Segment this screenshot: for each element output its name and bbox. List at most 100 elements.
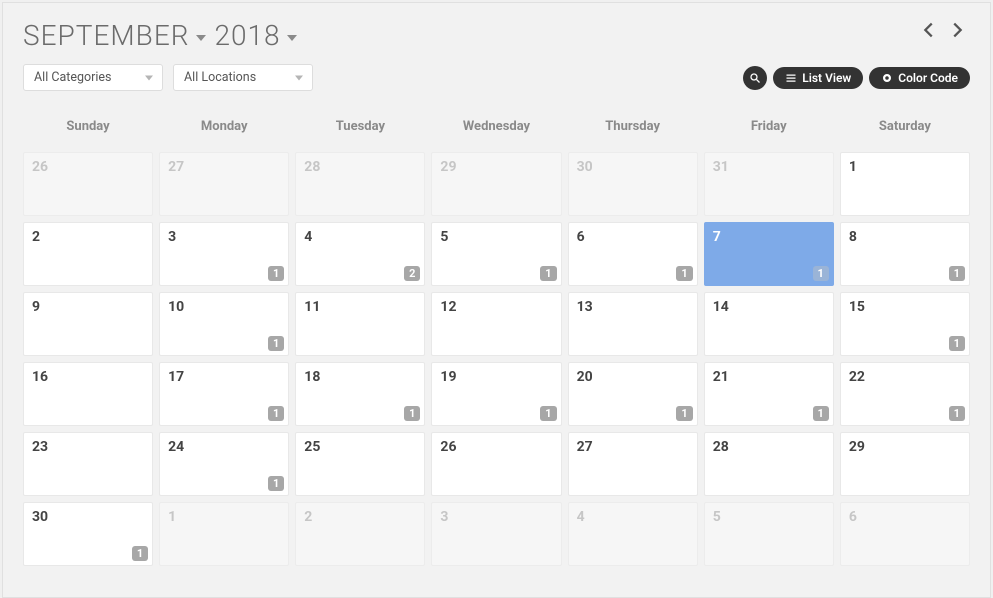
day-cell[interactable]: 3 — [431, 502, 561, 566]
day-cell[interactable]: 29 — [431, 152, 561, 216]
day-number: 20 — [577, 369, 689, 385]
day-number: 9 — [32, 299, 144, 315]
day-cell[interactable]: 29 — [840, 432, 970, 496]
day-cell[interactable]: 23 — [23, 432, 153, 496]
day-number: 4 — [304, 229, 416, 245]
dayname: Sunday — [23, 109, 153, 146]
location-select-label: All Locations — [184, 70, 256, 85]
event-count-badge: 1 — [132, 546, 148, 561]
list-view-button[interactable]: List View — [773, 67, 863, 89]
event-count-badge: 1 — [404, 406, 420, 421]
day-number: 14 — [713, 299, 825, 315]
day-cell[interactable]: 211 — [704, 362, 834, 426]
day-cell[interactable]: 1 — [159, 502, 289, 566]
day-cell[interactable]: 18 1 — [295, 362, 425, 426]
month-selector[interactable]: September — [23, 19, 206, 52]
event-count-badge: 1 — [540, 406, 556, 421]
weeks: 2627282930311231425161718191011112131415… — [23, 152, 970, 566]
day-cell[interactable]: 61 — [568, 222, 698, 286]
year-selector[interactable]: 2018 — [214, 19, 297, 52]
dayname: Thursday — [568, 109, 698, 146]
event-count-badge: 1 — [676, 406, 692, 421]
prev-month-button[interactable] — [916, 19, 942, 45]
dayname-row: SundayMondayTuesdayWednesdayThursdayFrid… — [23, 109, 970, 146]
day-cell[interactable]: 12 — [431, 292, 561, 356]
day-cell[interactable]: 27 — [568, 432, 698, 496]
day-cell[interactable]: 71 — [704, 222, 834, 286]
day-number: 28 — [713, 439, 825, 455]
day-cell[interactable]: 9 — [23, 292, 153, 356]
day-number: 24 — [168, 439, 280, 455]
day-number: 25 — [304, 439, 416, 455]
action-pills: List View Color Code — [743, 66, 970, 90]
day-number: 22 — [849, 369, 961, 385]
day-cell[interactable]: 2 — [23, 222, 153, 286]
day-number: 4 — [577, 509, 689, 525]
search-icon — [749, 72, 761, 84]
day-number: 23 — [32, 439, 144, 455]
day-cell[interactable]: 14 — [704, 292, 834, 356]
day-number: 29 — [440, 159, 552, 175]
category-select[interactable]: All Categories — [23, 64, 163, 91]
month-nav — [916, 19, 970, 45]
calendar-controls: All Categories All Locations List View C… — [23, 64, 970, 91]
day-number: 27 — [168, 159, 280, 175]
dayname: Saturday — [840, 109, 970, 146]
day-cell[interactable]: 25 — [295, 432, 425, 496]
day-cell[interactable]: 28 — [295, 152, 425, 216]
day-cell[interactable]: 42 — [295, 222, 425, 286]
day-number: 5 — [440, 229, 552, 245]
category-select-label: All Categories — [34, 70, 112, 85]
day-cell[interactable]: 2 — [295, 502, 425, 566]
day-number: 3 — [168, 229, 280, 245]
day-cell[interactable]: 31 — [159, 222, 289, 286]
event-count-badge: 1 — [540, 266, 556, 281]
day-number: 1 — [849, 159, 961, 175]
day-cell[interactable]: 13 — [568, 292, 698, 356]
day-cell[interactable]: 26 — [431, 432, 561, 496]
day-cell[interactable]: 31 — [704, 152, 834, 216]
event-count-badge: 1 — [949, 406, 965, 421]
filter-selects: All Categories All Locations — [23, 64, 313, 91]
event-count-badge: 1 — [813, 406, 829, 421]
day-cell[interactable]: 16 — [23, 362, 153, 426]
day-number: 12 — [440, 299, 552, 315]
day-number: 15 — [849, 299, 961, 315]
event-count-badge: 1 — [813, 266, 829, 281]
week-row: 9 10111 12 13 14 151 — [23, 292, 970, 356]
day-cell[interactable]: 241 — [159, 432, 289, 496]
day-cell[interactable]: 191 — [431, 362, 561, 426]
day-cell[interactable]: 26 — [23, 152, 153, 216]
day-cell[interactable]: 22 1 — [840, 362, 970, 426]
day-cell[interactable]: 301 — [23, 502, 153, 566]
day-cell[interactable]: 151 — [840, 292, 970, 356]
day-cell[interactable]: 171 — [159, 362, 289, 426]
day-cell[interactable]: 5 — [704, 502, 834, 566]
day-number: 18 — [304, 369, 416, 385]
day-number: 1 — [168, 509, 280, 525]
color-code-label: Color Code — [898, 71, 958, 85]
day-cell[interactable]: 6 — [840, 502, 970, 566]
day-number: 28 — [304, 159, 416, 175]
day-cell[interactable]: 20 1 — [568, 362, 698, 426]
calendar-header: September 2018 — [23, 19, 970, 52]
next-month-button[interactable] — [944, 19, 970, 45]
day-number: 8 — [849, 229, 961, 245]
day-cell[interactable]: 11 — [295, 292, 425, 356]
location-select[interactable]: All Locations — [173, 64, 313, 91]
dayname: Tuesday — [295, 109, 425, 146]
day-number: 7 — [713, 229, 825, 245]
day-cell[interactable]: 27 — [159, 152, 289, 216]
day-cell[interactable]: 51 — [431, 222, 561, 286]
day-cell[interactable]: 28 — [704, 432, 834, 496]
day-cell[interactable]: 30 — [568, 152, 698, 216]
day-cell[interactable]: 101 — [159, 292, 289, 356]
day-cell[interactable]: 1 — [840, 152, 970, 216]
day-cell[interactable]: 4 — [568, 502, 698, 566]
caret-down-icon — [287, 35, 297, 41]
day-cell[interactable]: 81 — [840, 222, 970, 286]
day-number: 3 — [440, 509, 552, 525]
day-number: 2 — [32, 229, 144, 245]
search-button[interactable] — [743, 66, 767, 90]
color-code-button[interactable]: Color Code — [869, 67, 970, 89]
